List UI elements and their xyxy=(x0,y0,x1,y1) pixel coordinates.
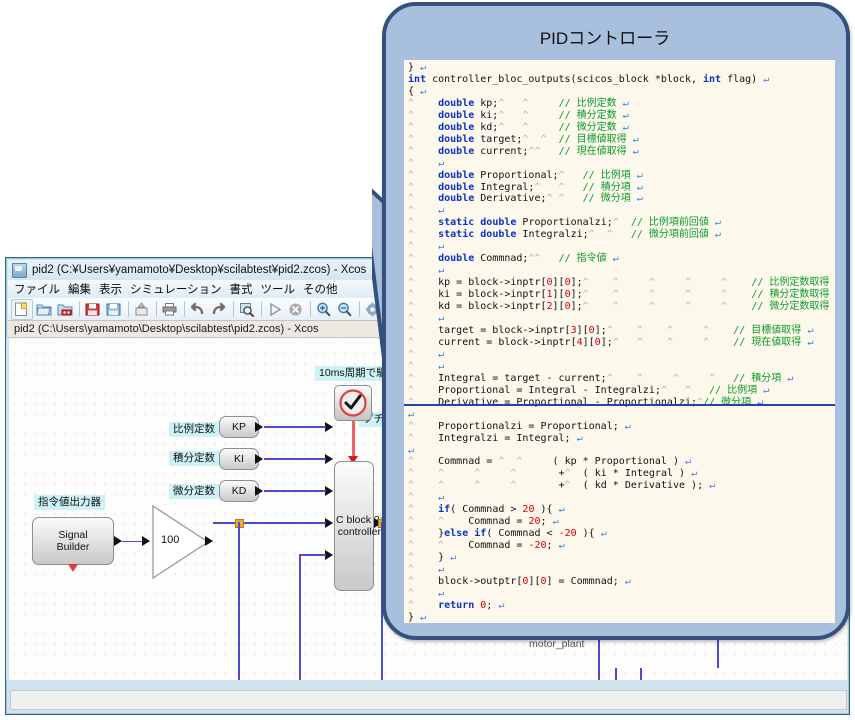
wire-kp xyxy=(264,426,326,428)
note-signal-builder: 指令値出力器 xyxy=(34,495,105,510)
cblock-in-3 xyxy=(325,486,333,496)
code-editor-panel[interactable]: } ↵ int controller_bloc_outputs(scicos_b… xyxy=(404,60,835,623)
redo-icon[interactable] xyxy=(209,300,229,319)
block-clock[interactable] xyxy=(334,385,372,421)
save-as-icon[interactable] xyxy=(104,300,124,319)
block-kd[interactable]: KD xyxy=(219,480,259,502)
window-title: pid2 (C:¥Users¥yamamoto¥Desktop¥scilabte… xyxy=(32,264,367,276)
toolbar-separator xyxy=(128,301,129,317)
kp-out-arrow xyxy=(255,422,263,432)
menu-other[interactable]: その他 xyxy=(303,281,338,297)
block-kp[interactable]: KP xyxy=(219,416,259,438)
wire-feedback-up-1 xyxy=(615,668,617,680)
toolbar-separator xyxy=(310,301,311,317)
code-text: } ↵ int controller_bloc_outputs(scicos_b… xyxy=(408,62,835,623)
path-bar-text: pid2 (C:\Users\yamamoto\Desktop\scilabte… xyxy=(14,323,319,335)
label-kp: 比例定数 xyxy=(169,422,219,437)
window-titlebar[interactable]: pid2 (C:¥Users¥yamamoto¥Desktop¥scilabte… xyxy=(8,260,412,280)
toolbar-separator xyxy=(79,301,80,317)
open-recent-icon[interactable] xyxy=(55,300,75,319)
gain-out-arrow xyxy=(205,536,213,546)
toolbar-separator xyxy=(261,301,262,317)
wire-feedback-down-2 xyxy=(299,554,301,680)
menu-view[interactable]: 表示 xyxy=(99,281,122,297)
toolbar: ? xyxy=(8,298,412,320)
wire-ki xyxy=(264,458,326,460)
export-icon[interactable] xyxy=(132,300,152,319)
wire-feedback-up-2 xyxy=(640,668,642,680)
menu-edit[interactable]: 編集 xyxy=(68,281,91,297)
label-kd: 微分定数 xyxy=(169,484,219,499)
cblock-in-4 xyxy=(325,518,333,528)
block-gain-value: 100 xyxy=(161,534,180,546)
ki-out-arrow xyxy=(255,454,263,464)
menu-format[interactable]: 書式 xyxy=(230,281,253,297)
xcos-app-icon xyxy=(12,262,27,278)
block-ki[interactable]: KI xyxy=(219,448,259,470)
callout-title: PIDコントローラ xyxy=(539,28,671,48)
clock-link xyxy=(352,421,355,461)
toolbar-separator xyxy=(184,301,185,317)
signal-builder-event-arrow xyxy=(68,564,78,572)
zoom-in-icon[interactable] xyxy=(314,300,334,319)
wire-kd xyxy=(264,490,326,492)
toolbar-separator xyxy=(359,301,360,317)
code-caret-line xyxy=(404,404,835,406)
menubar: ファイル 編集 表示 シミュレーション 書式 ツール その他 xyxy=(8,280,412,298)
kd-out-arrow xyxy=(255,486,263,496)
gain-in-arrow xyxy=(142,536,150,546)
status-bar xyxy=(10,690,847,710)
block-c-controller[interactable]: C block 2: controller xyxy=(334,461,383,591)
cblock-in-5 xyxy=(325,550,333,560)
menu-tools[interactable]: ツール xyxy=(261,281,296,297)
wire-feedback-in-5 xyxy=(299,554,326,556)
toolbar-separator xyxy=(233,301,234,317)
clock-icon xyxy=(339,389,367,417)
zoom-out-icon[interactable] xyxy=(335,300,355,319)
block-signal-builder[interactable]: Signal Builder xyxy=(32,517,114,565)
menu-simulation[interactable]: シミュレーション xyxy=(130,281,222,297)
stop-icon[interactable] xyxy=(286,300,306,319)
wire-feedback-down-1 xyxy=(238,522,240,680)
undo-icon[interactable] xyxy=(188,300,208,319)
signal-builder-out-arrow xyxy=(114,536,122,546)
print-icon[interactable] xyxy=(160,300,180,319)
menu-file[interactable]: ファイル xyxy=(14,281,60,297)
start-icon[interactable] xyxy=(265,300,285,319)
save-icon[interactable] xyxy=(83,300,103,319)
toolbar-separator xyxy=(156,301,157,317)
label-ki: 積分定数 xyxy=(169,451,219,466)
wire-sb-gain xyxy=(122,540,142,543)
cblock-in-2 xyxy=(325,454,333,464)
wire-gain-to-c xyxy=(213,522,326,524)
find-icon[interactable] xyxy=(237,300,257,319)
open-file-icon[interactable] xyxy=(34,300,54,319)
path-bar: pid2 (C:\Users\yamamoto\Desktop\scilabte… xyxy=(8,320,412,338)
cblock-in-1 xyxy=(325,422,333,432)
new-file-icon[interactable] xyxy=(11,298,33,320)
